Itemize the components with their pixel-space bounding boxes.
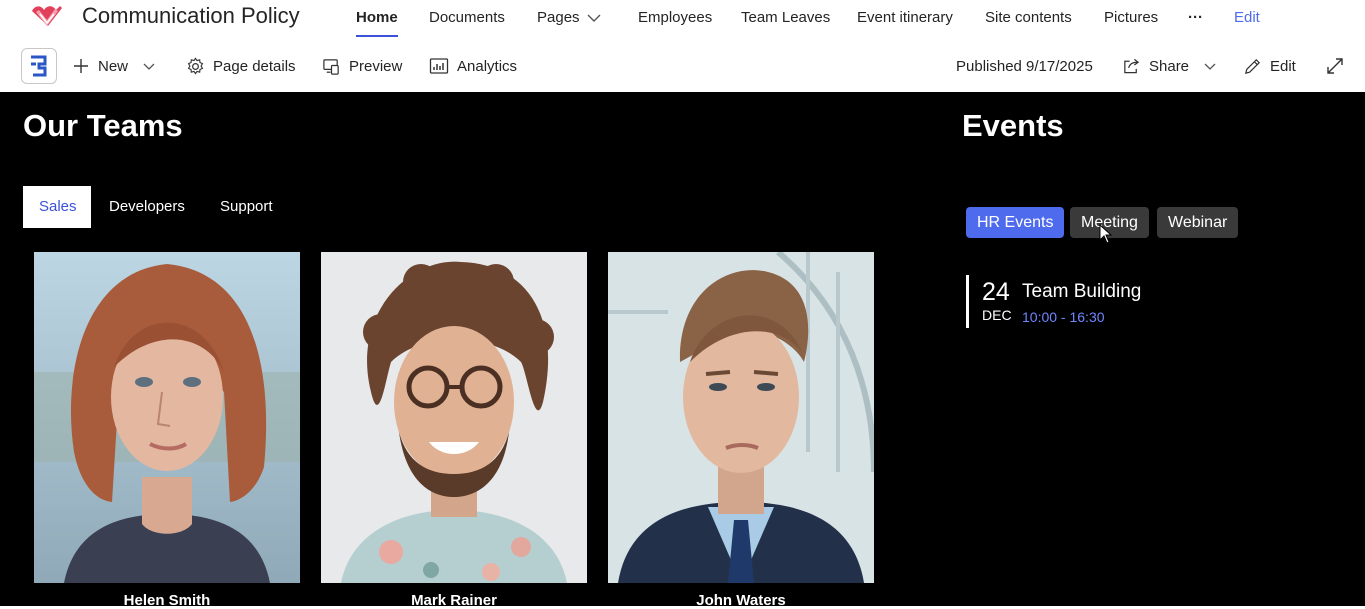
chevron-down-icon (1204, 63, 1216, 70)
plus-icon (74, 59, 88, 73)
analytics-icon (429, 58, 449, 74)
member-name: Mark Rainer (411, 592, 497, 609)
member-name: John Waters (696, 592, 786, 609)
nav-employees-label: Employees (638, 9, 713, 26)
nav-team-leaves-label: Team Leaves (741, 9, 831, 26)
nav-event-itinerary[interactable]: Event itinerary (857, 9, 953, 26)
nav-site-contents[interactable]: Site contents (985, 9, 1072, 26)
preview-button[interactable]: Preview (322, 56, 402, 76)
nav-home-label: Home (356, 9, 398, 26)
member-photo (608, 252, 874, 583)
nav-edit-link[interactable]: Edit (1234, 9, 1260, 26)
command-bar: New Page details Preview Analytics Publi… (0, 40, 1365, 92)
analytics-button[interactable]: Analytics (429, 56, 517, 76)
site-header: Communication Policy Home Documents Page… (0, 0, 1365, 40)
page-details-label: Page details (213, 57, 296, 75)
more-icon: ··· (1188, 9, 1203, 26)
expand-icon (1327, 58, 1343, 74)
published-label: Published 9/17/2025 (956, 57, 1093, 75)
nav-employees[interactable]: Employees (638, 9, 712, 26)
event-day: 24 (982, 278, 1010, 306)
published-status: Published 9/17/2025 (956, 56, 1093, 76)
share-button[interactable]: Share (1122, 56, 1217, 76)
event-title[interactable]: Team Building (1022, 281, 1141, 303)
chevron-down-icon (143, 63, 155, 70)
analytics-label: Analytics (457, 57, 518, 75)
mouse-cursor-icon (1099, 224, 1113, 244)
share-icon (1124, 58, 1140, 74)
new-button[interactable]: New (72, 56, 156, 76)
pencil-icon (1245, 58, 1261, 74)
nav-pages-label: Pages (537, 9, 580, 26)
expand-button[interactable] (1326, 56, 1344, 76)
page-content: Our Teams Sales Developers Support Helen… (0, 92, 1365, 609)
preview-label: Preview (349, 57, 403, 75)
nav-documents[interactable]: Documents (429, 9, 505, 26)
site-title[interactable]: Communication Policy (82, 3, 300, 29)
nav-documents-label: Documents (429, 9, 505, 26)
chevron-down-icon[interactable] (586, 13, 602, 23)
nav-pictures[interactable]: Pictures (1104, 9, 1158, 26)
edit-button[interactable]: Edit (1243, 56, 1296, 76)
team-member-card[interactable]: John Waters (608, 252, 874, 609)
tab-developers[interactable]: Developers (93, 186, 201, 228)
member-name: Helen Smith (123, 592, 211, 609)
nav-team-leaves[interactable]: Team Leaves (741, 9, 830, 26)
page-details-button[interactable]: Page details (186, 56, 296, 76)
preview-icon (323, 58, 339, 75)
event-time: 10:00 - 16:30 (1022, 309, 1105, 325)
nav-edit-label: Edit (1234, 9, 1260, 26)
member-photo (34, 252, 300, 583)
app-launcher-button[interactable] (21, 48, 57, 84)
tab-sales[interactable]: Sales (23, 186, 91, 228)
gear-icon (187, 56, 204, 75)
event-item[interactable]: 24 DEC Team Building 10:00 - 16:30 (966, 275, 1346, 328)
nav-pictures-label: Pictures (1104, 9, 1159, 26)
edit-label: Edit (1270, 57, 1296, 75)
nav-site-contents-label: Site contents (985, 9, 1072, 26)
share-label: Share (1149, 57, 1190, 75)
site-logo[interactable] (30, 2, 64, 32)
team-member-card[interactable]: Helen Smith (34, 252, 300, 609)
new-label: New (98, 57, 129, 75)
member-photo (321, 252, 587, 583)
nav-home[interactable]: Home (356, 9, 398, 37)
nav-pages[interactable]: Pages (537, 9, 602, 26)
nav-more[interactable]: ··· (1188, 9, 1203, 26)
filter-hr-events[interactable]: HR Events (966, 207, 1065, 238)
events-heading: Events (962, 108, 1064, 143)
nav-event-itinerary-label: Event itinerary (857, 9, 953, 26)
tab-support[interactable]: Support (204, 186, 289, 228)
event-month: DEC (982, 307, 1012, 323)
filter-webinar[interactable]: Webinar (1157, 207, 1239, 238)
app-logo-icon (31, 55, 47, 77)
teams-heading: Our Teams (23, 108, 183, 143)
team-member-card[interactable]: Mark Rainer (321, 252, 587, 609)
